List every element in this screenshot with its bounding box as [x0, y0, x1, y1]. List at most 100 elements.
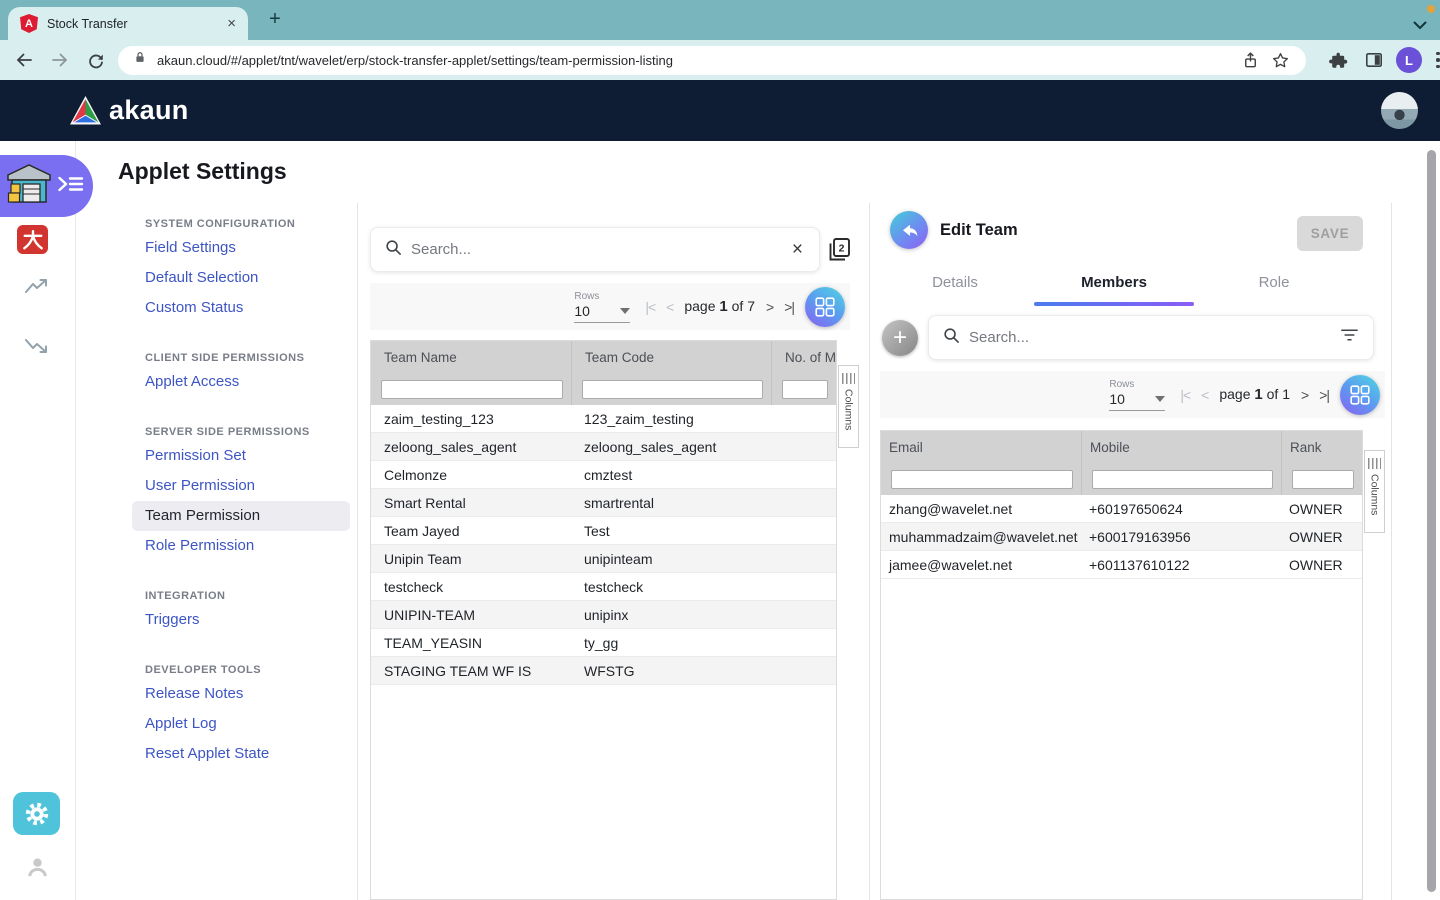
warehouse-applet-icon — [6, 163, 52, 210]
clear-search-icon[interactable]: × — [790, 239, 805, 261]
nav-item-default-selection[interactable]: Default Selection — [145, 268, 258, 288]
tab-close-icon[interactable]: × — [225, 15, 238, 32]
team-row[interactable]: TEAM_YEASINty_gg — [371, 629, 836, 657]
expand-menu-icon[interactable] — [58, 175, 84, 198]
prev-page-icon[interactable]: < — [1201, 387, 1208, 403]
team-list-controls: Rows 10 |< < page 1 of 7 > >| — [370, 283, 850, 330]
last-page-icon[interactable]: >| — [784, 299, 794, 315]
back-arrow-icon[interactable] — [12, 48, 36, 72]
first-page-icon[interactable]: |< — [645, 299, 655, 315]
column-header-team-name[interactable]: Team Name — [371, 341, 571, 373]
prev-page-icon[interactable]: < — [666, 299, 673, 315]
column-header-email[interactable]: Email — [881, 431, 1081, 463]
reload-icon[interactable] — [84, 48, 108, 72]
nav-item-field-settings[interactable]: Field Settings — [145, 238, 236, 258]
tabstrip-chevron-down-icon[interactable] — [1413, 17, 1427, 35]
url-bar[interactable]: akaun.cloud/#/applet/tnt/wavelet/erp/sto… — [118, 46, 1306, 75]
side-panel-icon[interactable] — [1362, 48, 1386, 72]
page-title: Applet Settings — [118, 158, 287, 185]
share-icon[interactable] — [1238, 48, 1262, 72]
filter-team-code-input[interactable] — [582, 380, 763, 399]
active-applet-pill[interactable] — [0, 155, 93, 217]
page-indicator: page 1 of 1 — [1219, 386, 1290, 403]
first-page-icon[interactable]: |< — [1180, 387, 1190, 403]
new-tab-button[interactable]: + — [262, 6, 288, 32]
team-table: Team Name Team Code No. of Me zaim_testi… — [370, 340, 837, 900]
grid-view-button[interactable] — [1340, 375, 1380, 415]
settings-gear-button[interactable] — [13, 792, 60, 835]
team-row[interactable]: Smart Rentalsmartrental — [371, 489, 836, 517]
tab-details[interactable]: Details — [930, 274, 980, 296]
save-button[interactable]: SAVE — [1297, 216, 1363, 251]
rows-per-page-select[interactable]: 10 — [574, 303, 630, 323]
team-row[interactable]: STAGING TEAM WF ISWFSTG — [371, 657, 836, 685]
last-page-icon[interactable]: >| — [1319, 387, 1329, 403]
grid-view-button[interactable] — [805, 287, 845, 327]
right-panel-divider — [1391, 203, 1392, 900]
next-page-icon[interactable]: > — [766, 299, 773, 315]
tab-members[interactable]: Members — [1074, 274, 1154, 296]
nav-item-release-notes[interactable]: Release Notes — [145, 684, 243, 704]
tab-title: Stock Transfer — [47, 17, 225, 31]
columns-side-tab[interactable]: Columns — [1364, 450, 1385, 533]
column-header-mobile[interactable]: Mobile — [1081, 431, 1281, 463]
pages-icon[interactable]: 2 — [826, 236, 853, 268]
nav-section-header: SYSTEM CONFIGURATION — [145, 214, 295, 234]
browser-menu-icon[interactable] — [1436, 52, 1440, 69]
extensions-puzzle-icon[interactable] — [1326, 48, 1350, 72]
member-row[interactable]: muhammadzaim@wavelet.net+600179163956OWN… — [881, 523, 1362, 551]
filter-email-input[interactable] — [891, 470, 1073, 489]
team-row[interactable]: zeloong_sales_agentzeloong_sales_agent — [371, 433, 836, 461]
forward-arrow-icon[interactable] — [48, 48, 72, 72]
nav-item-reset-applet-state[interactable]: Reset Applet State — [145, 744, 269, 764]
nav-item-custom-status[interactable]: Custom Status — [145, 298, 243, 318]
gear-icon — [23, 800, 51, 828]
team-row[interactable]: Team JayedTest — [371, 517, 836, 545]
trend-up-icon[interactable] — [25, 277, 49, 300]
trend-down-icon[interactable] — [25, 337, 49, 360]
team-row[interactable]: zaim_testing_123123_zaim_testing — [371, 405, 836, 433]
member-row[interactable]: jamee@wavelet.net+601137610122OWNER — [881, 551, 1362, 579]
filter-team-name-input[interactable] — [381, 380, 563, 399]
nav-item-applet-log[interactable]: Applet Log — [145, 714, 217, 734]
columns-side-tab[interactable]: Columns — [838, 365, 859, 448]
column-header-members[interactable]: No. of Me — [771, 341, 836, 373]
nav-item-applet-access[interactable]: Applet Access — [145, 372, 239, 392]
member-row[interactable]: zhang@wavelet.net+60197650624OWNER — [881, 495, 1362, 523]
browser-profile-avatar[interactable]: L — [1396, 47, 1422, 73]
nav-item-team-permission[interactable]: Team Permission — [132, 501, 350, 531]
filter-icon[interactable] — [1340, 328, 1359, 347]
next-page-icon[interactable]: > — [1301, 387, 1308, 403]
browser-tab[interactable]: A Stock Transfer × — [8, 7, 248, 40]
nav-item-user-permission[interactable]: User Permission — [145, 476, 255, 496]
member-search-box — [928, 315, 1374, 360]
team-row[interactable]: testchecktestcheck — [371, 573, 836, 601]
filter-rank-input[interactable] — [1292, 470, 1354, 489]
grid-icon — [814, 296, 836, 318]
team-search-input[interactable] — [411, 241, 790, 258]
edit-team-title: Edit Team — [940, 221, 1018, 240]
column-header-team-code[interactable]: Team Code — [571, 341, 771, 373]
filter-mobile-input[interactable] — [1092, 470, 1273, 489]
add-member-button[interactable]: + — [882, 320, 918, 356]
person-icon[interactable] — [26, 855, 49, 884]
user-photo-avatar[interactable] — [1381, 92, 1418, 129]
team-row[interactable]: Unipin Teamunipinteam — [371, 545, 836, 573]
team-row[interactable]: UNIPIN-TEAMunipinx — [371, 601, 836, 629]
page-scrollbar[interactable] — [1427, 150, 1436, 892]
filter-members-input[interactable] — [782, 380, 828, 399]
rows-per-page-select[interactable]: 10 — [1109, 391, 1165, 411]
nav-item-role-permission[interactable]: Role Permission — [145, 536, 254, 556]
dai-applet-icon[interactable] — [17, 225, 48, 254]
member-search-input[interactable] — [969, 329, 1340, 346]
back-button[interactable] — [890, 211, 928, 249]
chevron-down-icon — [1155, 396, 1165, 402]
bookmark-star-icon[interactable] — [1268, 48, 1292, 72]
lock-icon — [132, 49, 148, 71]
search-icon — [943, 327, 960, 349]
column-header-rank[interactable]: Rank — [1281, 431, 1362, 463]
team-row[interactable]: Celmonzecmztest — [371, 461, 836, 489]
nav-item-permission-set[interactable]: Permission Set — [145, 446, 246, 466]
tab-role[interactable]: Role — [1254, 274, 1294, 296]
nav-item-triggers[interactable]: Triggers — [145, 610, 199, 630]
